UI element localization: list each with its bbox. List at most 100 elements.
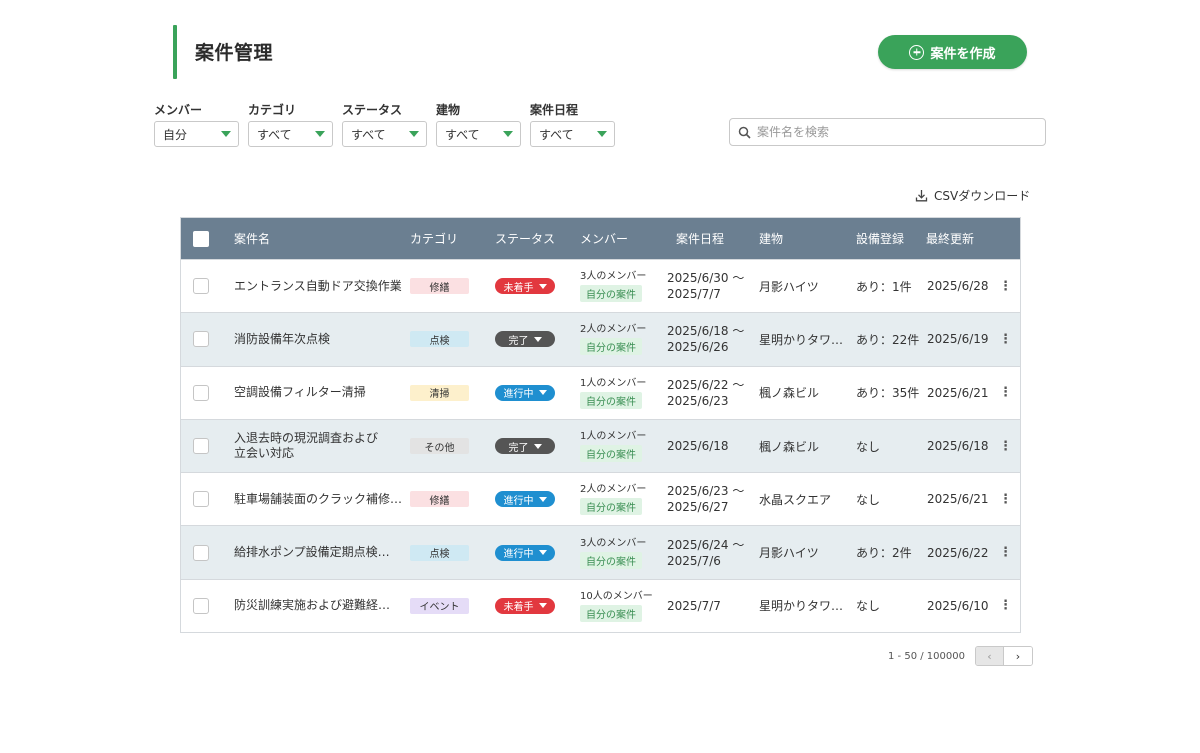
prev-page-button[interactable]: ‹ bbox=[975, 647, 1004, 665]
table-row[interactable]: エントランス自動ドア交換作業 修繕 未着手 3人のメンバー 自分の案件 2025/6/30… bbox=[181, 259, 1020, 312]
plus-circle-icon bbox=[909, 44, 925, 60]
filter-status-select[interactable]: すべて bbox=[342, 121, 427, 147]
filter-member-select[interactable]: 自分 bbox=[154, 121, 239, 147]
schedule-cell: 2025/6/23 〜 2025/6/27 bbox=[667, 483, 744, 515]
schedule-end: 2025/6/26 bbox=[667, 340, 729, 355]
column-header-status[interactable]: ステータス bbox=[495, 230, 555, 247]
chevron-down-icon bbox=[533, 443, 542, 449]
project-name[interactable]: 消防設備年次点検 bbox=[234, 332, 384, 347]
member-cell: 2人のメンバー 自分の案件 bbox=[580, 323, 646, 356]
building-name: 楓ノ森ビル bbox=[759, 386, 820, 401]
own-project-tag: 自分の案件 bbox=[580, 551, 642, 569]
filter-building: 建物 すべて bbox=[436, 101, 521, 147]
more-options-icon[interactable]: ⋮ bbox=[999, 492, 1012, 507]
select-all-checkbox[interactable] bbox=[193, 230, 209, 247]
pagination-range: 1 - 50 / 100000 bbox=[888, 650, 965, 662]
building-name: 楓ノ森ビル bbox=[759, 439, 820, 454]
member-cell: 10人のメンバー 自分の案件 bbox=[580, 590, 653, 622]
member-count: 3人のメンバー bbox=[580, 537, 647, 549]
last-updated: 2025/6/10 bbox=[927, 598, 989, 613]
dropdown-arrow-icon bbox=[503, 131, 513, 137]
more-options-icon[interactable]: ⋮ bbox=[999, 279, 1012, 294]
category-badge: 点検 bbox=[410, 544, 469, 561]
project-name[interactable]: エントランス自動ドア交換作業 bbox=[234, 279, 402, 294]
status-dropdown[interactable]: 進行中 bbox=[495, 491, 555, 508]
filter-value: すべて bbox=[539, 127, 574, 142]
dropdown-arrow-icon bbox=[409, 131, 419, 137]
row-checkbox[interactable] bbox=[193, 544, 209, 561]
search-input[interactable] bbox=[757, 125, 1027, 139]
column-header-equipment[interactable]: 設備登録 bbox=[856, 230, 904, 247]
category-badge: イベント bbox=[410, 597, 469, 614]
dropdown-arrow-icon bbox=[221, 131, 231, 137]
row-checkbox[interactable] bbox=[193, 438, 209, 455]
csv-download-link[interactable]: CSVダウンロード bbox=[915, 187, 1030, 204]
project-name[interactable]: 駐車場舗装面のクラック補修… bbox=[234, 492, 402, 507]
column-header-members[interactable]: メンバー bbox=[580, 230, 628, 247]
status-dropdown[interactable]: 未着手 bbox=[495, 278, 555, 295]
row-checkbox[interactable] bbox=[193, 278, 209, 295]
status-dropdown[interactable]: 進行中 bbox=[495, 544, 555, 561]
next-page-button[interactable]: › bbox=[1003, 647, 1032, 665]
project-name[interactable]: 入退去時の現況調査および立会い対応 bbox=[234, 431, 384, 461]
dropdown-arrow-icon bbox=[597, 131, 607, 137]
row-checkbox[interactable] bbox=[193, 491, 209, 508]
project-name[interactable]: 空調設備フィルター清掃 bbox=[234, 385, 384, 400]
column-header-schedule[interactable]: 案件日程 bbox=[676, 230, 724, 247]
more-options-icon[interactable]: ⋮ bbox=[999, 439, 1012, 454]
member-cell: 1人のメンバー自分の案件 bbox=[580, 377, 646, 409]
table-row[interactable]: 入退去時の現況調査および立会い対応 その他 完了 1人のメンバー 自分の案件 2025/6… bbox=[181, 418, 1020, 473]
table-row[interactable]: 給排水ポンプ設備定期点検… 点検 進行中 3人のメンバー自分の案件 2025/6/24 … bbox=[181, 525, 1020, 579]
project-name[interactable]: 給排水ポンプ設備定期点検… bbox=[234, 545, 390, 560]
more-options-icon[interactable]: ⋮ bbox=[999, 598, 1012, 613]
chevron-down-icon bbox=[538, 283, 547, 289]
csv-download-label: CSVダウンロード bbox=[934, 189, 1031, 203]
building-name: 水晶スクエア bbox=[759, 492, 832, 507]
own-project-tag: 自分の案件 bbox=[580, 391, 642, 409]
status-label: 進行中 bbox=[503, 389, 534, 401]
member-cell: 2人のメンバー自分の案件 bbox=[580, 483, 647, 516]
table-row[interactable]: 駐車場舗装面のクラック補修… 修繕 進行中 2人のメンバー 自分の案件 2025/6/23… bbox=[181, 472, 1020, 525]
schedule-start: 2025/6/18 bbox=[667, 439, 729, 454]
more-options-icon[interactable]: ⋮ bbox=[999, 332, 1012, 347]
status-dropdown[interactable]: 完了 bbox=[495, 331, 555, 348]
member-count: 10人のメンバー bbox=[580, 590, 653, 602]
table-row[interactable]: 空調設備フィルター清掃 清掃 進行中 1人のメンバー 自分の案件 2025/6/22 〜 2… bbox=[181, 365, 1020, 419]
column-header-name[interactable]: 案件名 bbox=[234, 230, 270, 247]
filter-schedule-select[interactable]: すべて bbox=[530, 121, 615, 147]
filter-category-select[interactable]: すべて bbox=[248, 121, 333, 147]
column-header-building[interactable]: 建物 bbox=[759, 230, 783, 247]
status-dropdown[interactable]: 進行中 bbox=[495, 384, 555, 401]
member-count: 1人のメンバー bbox=[580, 377, 647, 389]
filter-label: 建物 bbox=[436, 103, 461, 117]
filter-building-select[interactable]: すべて bbox=[436, 121, 521, 147]
category-badge: その他 bbox=[410, 438, 469, 455]
table-row[interactable]: 防災訓練実施および避難経… イベント 未着手 10人のメンバー 自分の案件 2025/7/… bbox=[181, 578, 1020, 632]
more-options-icon[interactable]: ⋮ bbox=[999, 545, 1012, 560]
chevron-down-icon bbox=[538, 603, 547, 609]
create-project-button[interactable]: 案件を作成 bbox=[878, 35, 1027, 69]
status-dropdown[interactable]: 完了 bbox=[495, 438, 555, 455]
schedule-start: 2025/6/24 〜 bbox=[667, 537, 745, 552]
filter-status: ステータス すべて bbox=[342, 101, 427, 147]
member-count: 2人のメンバー bbox=[580, 484, 647, 496]
schedule-cell: 2025/7/7 bbox=[667, 598, 721, 614]
equipment-count: あり：1件 bbox=[856, 279, 912, 294]
row-checkbox[interactable] bbox=[193, 384, 209, 401]
column-header-category[interactable]: カテゴリ bbox=[410, 230, 458, 247]
row-checkbox[interactable] bbox=[193, 331, 209, 348]
filter-label: カテゴリ bbox=[248, 103, 297, 117]
building-name: 星明かりタワ… bbox=[759, 332, 844, 347]
table-row[interactable]: 消防設備年次点検 点検 完了 2人のメンバー 自分の案件 2025/6/18 〜 2025/… bbox=[181, 312, 1020, 366]
column-header-updated[interactable]: 最終更新 bbox=[926, 230, 974, 247]
more-options-icon[interactable]: ⋮ bbox=[999, 385, 1012, 400]
status-label: 進行中 bbox=[503, 549, 534, 561]
project-name[interactable]: 防災訓練実施および避難経… bbox=[234, 598, 390, 613]
equipment-count: あり：22件 bbox=[856, 332, 920, 347]
row-checkbox[interactable] bbox=[193, 597, 209, 614]
equipment-count: なし bbox=[856, 492, 881, 507]
own-project-tag: 自分の案件 bbox=[580, 498, 642, 516]
search-box bbox=[729, 118, 1046, 146]
status-dropdown[interactable]: 未着手 bbox=[495, 597, 555, 614]
filter-value: 自分 bbox=[163, 127, 188, 142]
